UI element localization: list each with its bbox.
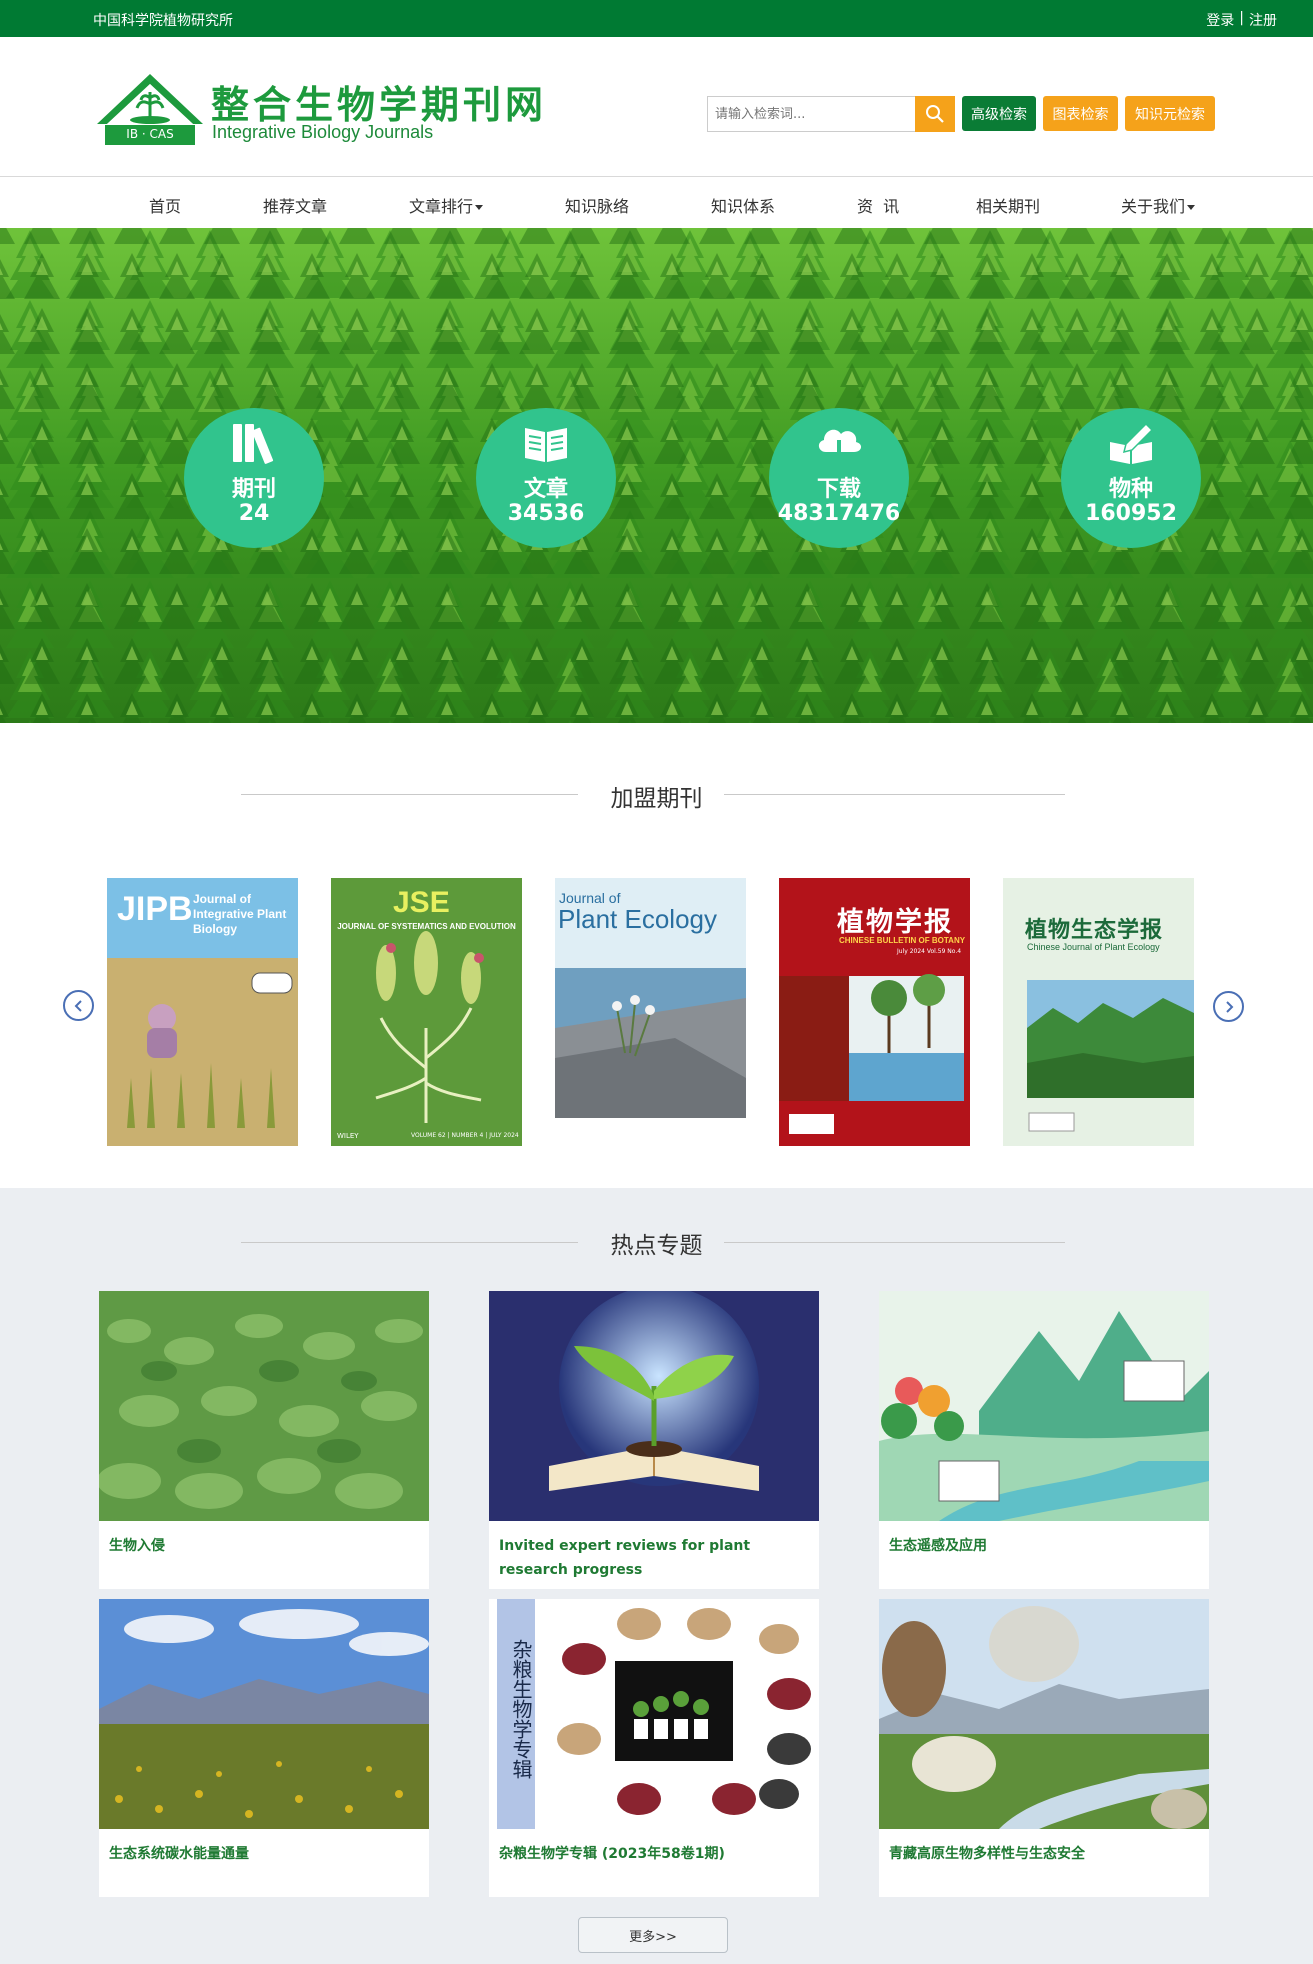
- institute-name: 中国科学院植物研究所: [93, 13, 233, 29]
- register-link[interactable]: 注册: [1249, 10, 1277, 30]
- topic-card[interactable]: 生态遥感及应用: [879, 1291, 1209, 1589]
- stat-value: 160952: [1085, 501, 1177, 526]
- journals-section-title: 加盟期刊: [610, 786, 703, 812]
- carousel-next-button[interactable]: [1213, 991, 1244, 1022]
- topic-title[interactable]: 生态系统碳水能量通量: [109, 1842, 419, 1866]
- search-input[interactable]: [708, 97, 913, 131]
- topic-card[interactable]: 杂粮生物学专辑 杂粮生物学专辑 (2023年58卷1期): [489, 1599, 819, 1897]
- nav-about[interactable]: 关于我们: [1121, 193, 1196, 217]
- site-header: IB · CAS 整合生物学期刊网 Integrative Biology Jo…: [0, 37, 1313, 177]
- chevron-left-icon: [74, 999, 82, 1012]
- nav-knowledge-system[interactable]: 知识体系: [711, 193, 775, 217]
- login-link[interactable]: 登录: [1206, 10, 1234, 30]
- topic-title[interactable]: 杂粮生物学专辑 (2023年58卷1期): [499, 1842, 809, 1866]
- stat-value: 48317476: [777, 501, 901, 526]
- hot-topics-section: 热点专题 生物入侵 Invited expert reviews for pla…: [0, 1188, 1313, 1964]
- search-box: [707, 96, 955, 132]
- carousel-prev-button[interactable]: [63, 990, 94, 1021]
- stat-species[interactable]: 物种 160952: [1061, 408, 1201, 548]
- topic-image-tibetan-plateau: [879, 1599, 1209, 1829]
- plant-ecology-cn-title: 植物生态学报: [1025, 918, 1164, 943]
- journal-cover-jse[interactable]: JSE JOURNAL OF SYSTEMATICS AND EVOLUTION…: [331, 878, 522, 1146]
- stat-downloads[interactable]: 下载 48317476: [769, 408, 909, 548]
- stat-label: 文章: [523, 477, 568, 502]
- caret-down-icon: [1187, 205, 1196, 210]
- stat-value: 34536: [507, 501, 585, 526]
- search-button[interactable]: [915, 96, 955, 132]
- botany-bulletin-title-en: CHINESE BULLETIN OF BOTANY: [839, 936, 966, 945]
- jse-issue: VOLUME 62 | NUMBER 4 | JULY 2024: [411, 1132, 519, 1139]
- nav-recommended[interactable]: 推荐文章: [263, 193, 327, 217]
- stat-journals[interactable]: 期刊 24: [184, 408, 324, 548]
- nav-knowledge-context[interactable]: 知识脉络: [565, 193, 629, 217]
- site-title-cn: 整合生物学期刊网: [211, 82, 548, 127]
- topic-card[interactable]: 青藏高原生物多样性与生态安全: [879, 1599, 1209, 1897]
- section-divider: [724, 794, 1065, 795]
- advanced-search-button[interactable]: 高级检索: [962, 96, 1036, 131]
- more-topics-button[interactable]: 更多>>: [578, 1917, 728, 1953]
- topic-title[interactable]: 生物入侵: [109, 1534, 419, 1558]
- chart-search-button[interactable]: 图表检索: [1043, 96, 1118, 131]
- topic-image-invasion: [99, 1291, 429, 1521]
- knowledge-search-button[interactable]: 知识元检索: [1125, 96, 1215, 131]
- journal-cover-jipb[interactable]: JIPB Journal of Integrative Plant Biolog…: [107, 878, 298, 1146]
- hero-banner: 期刊 24 文章 34536 下载 48317476 物种 160952: [0, 228, 1313, 723]
- stat-label: 下载: [816, 477, 861, 502]
- topics-section-title: 热点专题: [610, 1233, 703, 1259]
- botany-bulletin-issue: July 2024 Vol.59 No.4: [897, 948, 962, 955]
- auth-divider: |: [1239, 10, 1244, 26]
- open-book-icon: [525, 428, 567, 462]
- jipb-title: Journal of Integrative Plant Biology: [193, 892, 287, 936]
- topic-card[interactable]: Invited expert reviews for plant researc…: [489, 1291, 819, 1589]
- jipb-abbr: JIPB: [117, 890, 193, 928]
- nav-ranking-label: 文章排行: [409, 197, 474, 216]
- section-divider: [724, 1242, 1065, 1243]
- botany-bulletin-title: 植物学报: [837, 907, 953, 938]
- topic-title[interactable]: 生态遥感及应用: [889, 1534, 1199, 1558]
- caret-down-icon: [475, 205, 484, 210]
- site-logo[interactable]: IB · CAS 整合生物学期刊网 Integrative Biology Jo…: [95, 70, 555, 150]
- journal-cover-chinese-journal-plant-ecology[interactable]: 植物生态学报 Chinese Journal of Plant Ecology: [1003, 878, 1194, 1146]
- logo-badge: IB · CAS: [126, 127, 174, 141]
- journal-cover-chinese-bulletin-botany[interactable]: 植物学报 CHINESE BULLETIN OF BOTANY July 202…: [779, 878, 970, 1146]
- search-icon: [926, 105, 944, 123]
- nav-related-journals[interactable]: 相关期刊: [976, 193, 1040, 217]
- books-icon: [233, 424, 274, 464]
- chevron-right-icon: [1225, 1000, 1233, 1013]
- jse-title: JOURNAL OF SYSTEMATICS AND EVOLUTION: [337, 922, 516, 931]
- stat-value: 24: [238, 501, 270, 526]
- plant-ecology-title: Plant Ecology: [558, 904, 717, 934]
- topic-title[interactable]: Invited expert reviews for plant researc…: [499, 1534, 809, 1582]
- nav-about-label: 关于我们: [1121, 197, 1186, 216]
- jse-abbr: JSE: [393, 886, 450, 919]
- stat-label: 期刊: [231, 477, 276, 502]
- auth-links: 登录 | 注册: [1206, 10, 1277, 30]
- cloud-download-icon: [818, 429, 862, 466]
- book-pen-icon: [1110, 422, 1154, 464]
- top-bar: 中国科学院植物研究所 登录 | 注册: [0, 0, 1313, 37]
- journal-cover-plant-ecology[interactable]: Journal of Plant Ecology: [555, 878, 746, 1146]
- nav-ranking[interactable]: 文章排行: [409, 193, 484, 217]
- plant-ecology-cn-title-en: Chinese Journal of Plant Ecology: [1027, 942, 1160, 952]
- topic-image-coarse-grains: 杂粮生物学专辑: [489, 1599, 819, 1829]
- nav-home[interactable]: 首页: [149, 193, 181, 217]
- site-title-en: Integrative Biology Journals: [212, 122, 434, 142]
- topic-image-expert-reviews: [489, 1291, 819, 1521]
- stat-articles[interactable]: 文章 34536: [476, 408, 616, 548]
- topic-image-carbon-flux: [99, 1599, 429, 1829]
- topic-card[interactable]: 生态系统碳水能量通量: [99, 1599, 429, 1897]
- topic-image-remote-sensing: [879, 1291, 1209, 1521]
- topic-title[interactable]: 青藏高原生物多样性与生态安全: [889, 1842, 1199, 1866]
- coarse-grains-vertical-label: 杂粮生物学专辑: [509, 1639, 533, 1779]
- topic-card[interactable]: 生物入侵: [99, 1291, 429, 1589]
- main-nav: 首页 推荐文章 文章排行 知识脉络 知识体系 资 讯 相关期刊 关于我们: [0, 178, 1313, 228]
- stat-label: 物种: [1108, 477, 1153, 502]
- jse-publisher: WILEY: [337, 1132, 359, 1140]
- nav-news[interactable]: 资 讯: [857, 193, 899, 217]
